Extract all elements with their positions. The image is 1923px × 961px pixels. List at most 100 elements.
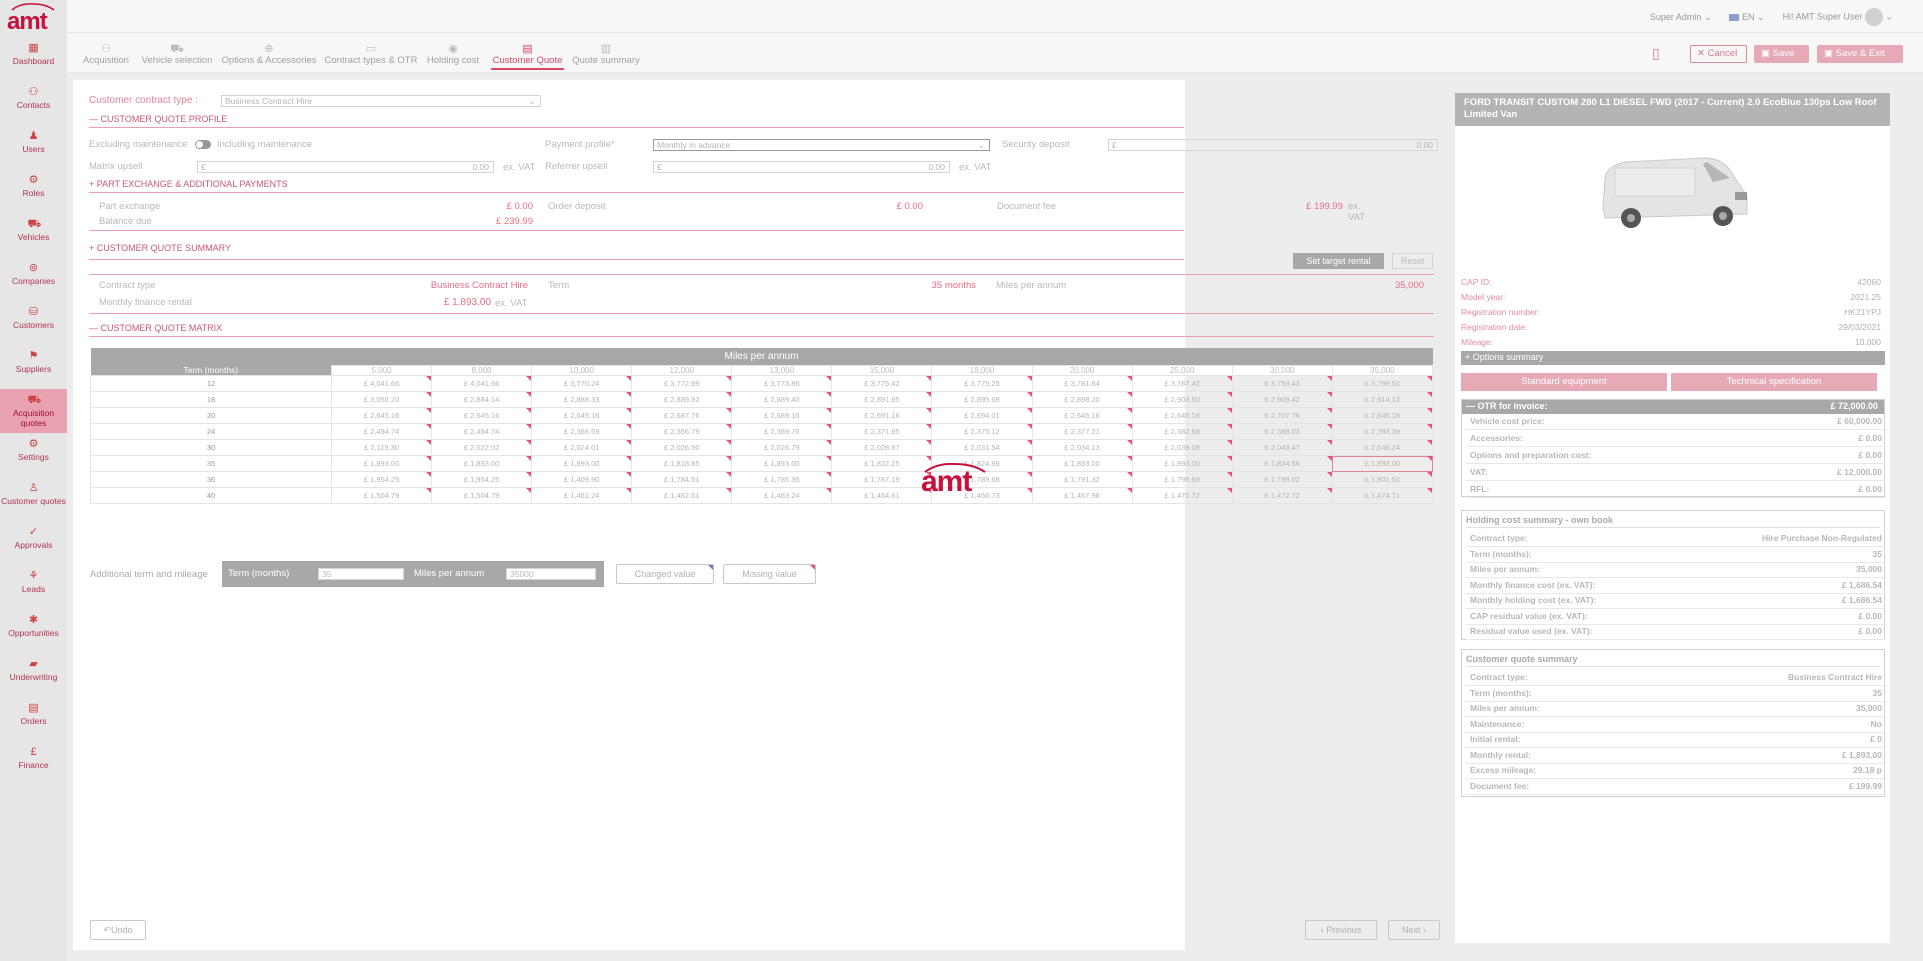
language-selector[interactable]: EN ⌄ bbox=[1729, 12, 1765, 23]
matrix-cell[interactable]: £ 1,784.51 bbox=[631, 471, 733, 488]
matrix-cell[interactable]: £ 2,645.16 bbox=[330, 407, 433, 424]
matrix-cell[interactable]: £ 1,893.00 bbox=[1331, 455, 1434, 472]
matrix-cell[interactable]: £ 2,366.79 bbox=[631, 423, 733, 440]
matrix-cell[interactable]: £ 2,034.13 bbox=[1031, 439, 1133, 456]
matrix-cell[interactable]: £ 1,464.61 bbox=[831, 487, 933, 504]
step-contract-types[interactable]: ▭ Contract types & OTR bbox=[324, 43, 418, 66]
matrix-cell[interactable]: £ 2,024.01 bbox=[531, 439, 633, 456]
matrix-cell[interactable]: £ 2,494.74 bbox=[330, 423, 433, 440]
sidebar-item-customers[interactable]: ⛁ Customers bbox=[0, 301, 67, 345]
matrix-upsell-input[interactable]: £0.00 bbox=[197, 161, 494, 173]
referrer-upsell-input[interactable]: £0.00 bbox=[653, 161, 950, 173]
sidebar-item-users[interactable]: ♟ Users bbox=[0, 125, 67, 169]
matrix-cell[interactable]: £ 2,371.95 bbox=[831, 423, 933, 440]
matrix-cell[interactable]: £ 2,889.92 bbox=[631, 391, 733, 408]
technical-specification-button[interactable]: Technical specification bbox=[1671, 373, 1877, 391]
matrix-cell[interactable]: £ 2,494.74 bbox=[431, 423, 533, 440]
matrix-cell[interactable]: £ 2,691.16 bbox=[831, 407, 933, 424]
previous-button[interactable]: ‹ Previous bbox=[1305, 920, 1377, 940]
matrix-cell[interactable]: £ 2,043.47 bbox=[1231, 439, 1333, 456]
matrix-cell[interactable]: £ 3,799.51 bbox=[1331, 375, 1434, 392]
additional-term-input[interactable]: 35 bbox=[318, 568, 404, 580]
matrix-cell[interactable]: £ 2,895.69 bbox=[931, 391, 1033, 408]
matrix-cell[interactable]: £ 4,041.66 bbox=[431, 375, 533, 392]
matrix-cell[interactable]: £ 1,801.51 bbox=[1331, 471, 1434, 488]
sidebar-item-finance[interactable]: £ Finance bbox=[0, 741, 67, 785]
matrix-cell[interactable]: £ 1,893.00 bbox=[731, 455, 833, 472]
matrix-cell[interactable]: £ 2,694.01 bbox=[931, 407, 1033, 424]
matrix-cell[interactable]: £ 1,463.24 bbox=[731, 487, 833, 504]
sidebar-item-roles[interactable]: ⚙ Roles bbox=[0, 169, 67, 213]
matrix-cell[interactable]: £ 1,893.00 bbox=[1131, 455, 1233, 472]
matrix-cell[interactable]: £ 1,822.25 bbox=[831, 455, 933, 472]
sidebar-item-leads[interactable]: ⚘ Leads bbox=[0, 565, 67, 609]
matrix-cell[interactable]: £ 2,377.21 bbox=[1031, 423, 1133, 440]
matrix-cell[interactable]: £ 3,056.20 bbox=[330, 391, 433, 408]
matrix-cell[interactable]: £ 1,893.00 bbox=[531, 455, 633, 472]
matrix-cell[interactable]: £ 2,039.09 bbox=[1131, 439, 1233, 456]
customer-quote-summary-header[interactable]: + CUSTOMER QUOTE SUMMARY bbox=[89, 243, 1184, 260]
matrix-cell[interactable]: £ 2,382.68 bbox=[1131, 423, 1233, 440]
customer-quote-matrix-header[interactable]: — CUSTOMER QUOTE MATRIX bbox=[89, 323, 1434, 337]
matrix-cell[interactable]: £ 2,914.12 bbox=[1331, 391, 1434, 408]
set-target-rental-button[interactable]: Set target rental bbox=[1293, 253, 1384, 269]
matrix-cell[interactable]: £ 3,775.42 bbox=[831, 375, 933, 392]
step-quote-summary[interactable]: ▥ Quote summary bbox=[571, 43, 641, 66]
matrix-cell[interactable]: £ 1,467.98 bbox=[1031, 487, 1133, 504]
step-customer-quote[interactable]: ▤ Customer Quote bbox=[491, 43, 564, 70]
matrix-cell[interactable]: £ 3,773.86 bbox=[731, 375, 833, 392]
matrix-cell[interactable]: £ 1,818.85 bbox=[631, 455, 733, 472]
matrix-cell[interactable]: £ 1,795.69 bbox=[1131, 471, 1233, 488]
otr-header[interactable]: — OTR for invoice: £ 72,000.00 bbox=[1462, 400, 1884, 414]
brand-logo[interactable]: amt bbox=[4, 3, 62, 35]
step-vehicle-selection[interactable]: ⛟ Vehicle selection bbox=[139, 43, 215, 66]
matrix-cell[interactable]: £ 2,645.16 bbox=[1131, 407, 1233, 424]
matrix-cell[interactable]: £ 2,026.79 bbox=[731, 439, 833, 456]
matrix-cell[interactable]: £ 1,472.72 bbox=[1231, 487, 1333, 504]
matrix-cell[interactable]: £ 2,369.76 bbox=[731, 423, 833, 440]
matrix-cell[interactable]: £ 2,889.40 bbox=[731, 391, 833, 408]
cancel-button[interactable]: ✕ Cancel bbox=[1690, 45, 1747, 63]
matrix-cell[interactable]: £ 2,026.50 bbox=[631, 439, 733, 456]
matrix-cell[interactable]: £ 1,893.00 bbox=[330, 455, 433, 472]
sidebar-item-settings[interactable]: ⚙ Settings bbox=[0, 433, 67, 477]
matrix-cell[interactable]: £ 2,388.03 bbox=[1231, 423, 1333, 440]
matrix-cell[interactable]: £ 2,888.33 bbox=[531, 391, 633, 408]
matrix-cell[interactable]: £ 1,461.24 bbox=[531, 487, 633, 504]
matrix-cell[interactable]: £ 2,909.42 bbox=[1231, 391, 1333, 408]
matrix-cell[interactable]: £ 3,770.24 bbox=[531, 375, 633, 392]
matrix-cell[interactable]: £ 2,645.16 bbox=[1031, 407, 1133, 424]
sidebar-item-customer-quotes[interactable]: ♙ Customer quotes bbox=[0, 477, 67, 521]
matrix-cell[interactable]: £ 2,119.30 bbox=[330, 439, 433, 456]
matrix-cell[interactable]: £ 2,022.02 bbox=[431, 439, 533, 456]
step-acquisition[interactable]: ⚇ Acquisition bbox=[81, 43, 131, 66]
matrix-cell[interactable]: £ 1,834.56 bbox=[1231, 455, 1333, 472]
sidebar-item-vehicles[interactable]: ⛟ Vehicles bbox=[0, 213, 67, 257]
matrix-cell[interactable]: £ 1,893.00 bbox=[1031, 455, 1133, 472]
matrix-cell[interactable]: £ 2,645.16 bbox=[531, 407, 633, 424]
matrix-cell[interactable]: £ 2,645.16 bbox=[1331, 407, 1434, 424]
matrix-cell[interactable]: £ 2,366.59 bbox=[531, 423, 633, 440]
sidebar-item-orders[interactable]: ▤ Orders bbox=[0, 697, 67, 741]
save-button[interactable]: ▣ Save bbox=[1754, 45, 1809, 63]
matrix-cell[interactable]: £ 1,504.79 bbox=[431, 487, 533, 504]
save-exit-button[interactable]: ▣ Save & Exit bbox=[1817, 45, 1903, 63]
payment-profile-select[interactable]: Monthly in advance ⌄ bbox=[653, 139, 990, 151]
matrix-cell[interactable]: £ 1,409.90 bbox=[531, 471, 633, 488]
sidebar-item-dashboard[interactable]: ▦ Dashboard bbox=[0, 37, 67, 81]
matrix-cell[interactable]: £ 1,799.02 bbox=[1231, 471, 1333, 488]
matrix-cell[interactable]: £ 2,898.20 bbox=[1031, 391, 1133, 408]
matrix-cell[interactable]: £ 2,891.95 bbox=[831, 391, 933, 408]
user-menu[interactable]: Hi! AMT Super User ⌄ bbox=[1783, 8, 1893, 26]
sidebar-item-suppliers[interactable]: ⚑ Suppliers bbox=[0, 345, 67, 389]
matrix-cell[interactable]: £ 3,787.42 bbox=[1131, 375, 1233, 392]
options-summary-toggle[interactable]: + Options summary bbox=[1461, 351, 1885, 365]
matrix-cell[interactable]: £ 2,687.76 bbox=[631, 407, 733, 424]
sidebar-item-underwriting[interactable]: ▰ Underwriting bbox=[0, 653, 67, 697]
pdf-icon[interactable]: ▯ bbox=[1652, 45, 1668, 63]
part-exchange-header[interactable]: + PART EXCHANGE & ADDITIONAL PAYMENTS bbox=[89, 179, 1184, 193]
matrix-cell[interactable]: £ 2,375.12 bbox=[931, 423, 1033, 440]
matrix-cell[interactable]: £ 2,645.16 bbox=[431, 407, 533, 424]
matrix-cell[interactable]: £ 2,046.24 bbox=[1331, 439, 1434, 456]
matrix-cell[interactable]: £ 1,462.61 bbox=[631, 487, 733, 504]
